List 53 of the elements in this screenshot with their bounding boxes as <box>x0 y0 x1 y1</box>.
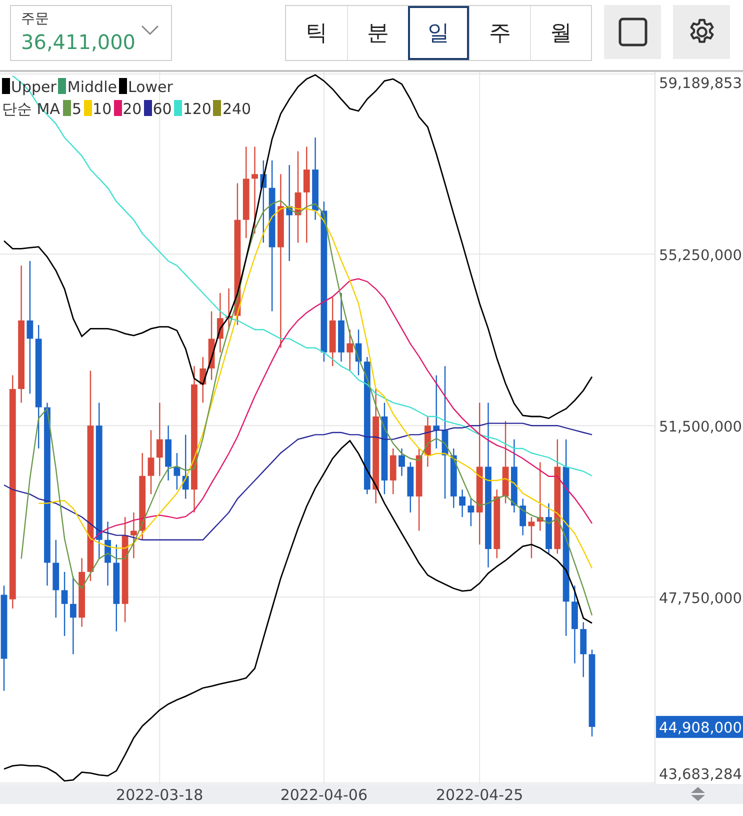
candlestick <box>398 448 405 476</box>
chevron-down-icon <box>141 24 159 36</box>
candlestick <box>346 330 354 371</box>
scroll-arrows-icon[interactable] <box>691 787 705 801</box>
layout-button[interactable] <box>604 5 661 59</box>
candlestick <box>216 293 224 352</box>
candlestick <box>468 498 474 526</box>
legend-label: Middle <box>67 78 117 96</box>
order-dropdown[interactable]: 주문 36,411,000 <box>10 5 172 61</box>
candlestick <box>390 448 396 494</box>
date-axis-label: 2022-04-06 <box>280 786 368 804</box>
candlestick <box>329 298 336 366</box>
candlestick <box>174 453 180 490</box>
candlestick <box>494 490 500 558</box>
legend-label: 240 <box>222 100 252 118</box>
price-axis-label: 59,189,853 <box>658 76 742 92</box>
candlestick <box>226 288 232 330</box>
price-axis-label: 51,500,000 <box>658 420 742 436</box>
period-tab[interactable]: 일 <box>408 6 469 60</box>
settings-button[interactable] <box>673 5 730 59</box>
candlestick <box>78 558 86 627</box>
candlestick <box>104 522 111 586</box>
legend-label: 10 <box>92 100 112 118</box>
date-axis-label: 2022-03-18 <box>116 786 204 804</box>
candlestick <box>536 462 544 531</box>
price-axis-label: 55,250,000 <box>658 248 742 264</box>
square-icon <box>618 17 648 47</box>
candlestick <box>165 426 172 480</box>
candlestick <box>407 462 414 512</box>
candlestick <box>182 434 189 499</box>
candlestick <box>459 490 466 518</box>
legend-label: 60 <box>152 100 172 118</box>
price-axis-label: 43,683,284 <box>658 767 742 783</box>
candlestick <box>424 416 431 467</box>
last-price-tag: 44,908,000 <box>656 716 743 738</box>
candlestick <box>148 430 154 494</box>
legend-label: Lower <box>128 78 173 96</box>
legend-label: 120 <box>182 100 212 118</box>
date-axis-label: 2022-04-25 <box>436 786 524 804</box>
candlestick <box>520 498 526 536</box>
candlestick <box>450 448 457 508</box>
legend-label: 20 <box>122 100 142 118</box>
candlestick <box>208 311 215 380</box>
price-axis-label: 47,750,000 <box>658 591 742 608</box>
candlestick <box>130 512 137 558</box>
candlestick <box>355 330 362 376</box>
candlestick <box>580 622 587 678</box>
candlestick <box>528 517 535 558</box>
candlestick <box>200 357 206 403</box>
candlestick <box>61 572 68 636</box>
candlestick <box>546 503 552 554</box>
legend-label: 5 <box>72 100 82 118</box>
candlestick <box>338 293 344 362</box>
